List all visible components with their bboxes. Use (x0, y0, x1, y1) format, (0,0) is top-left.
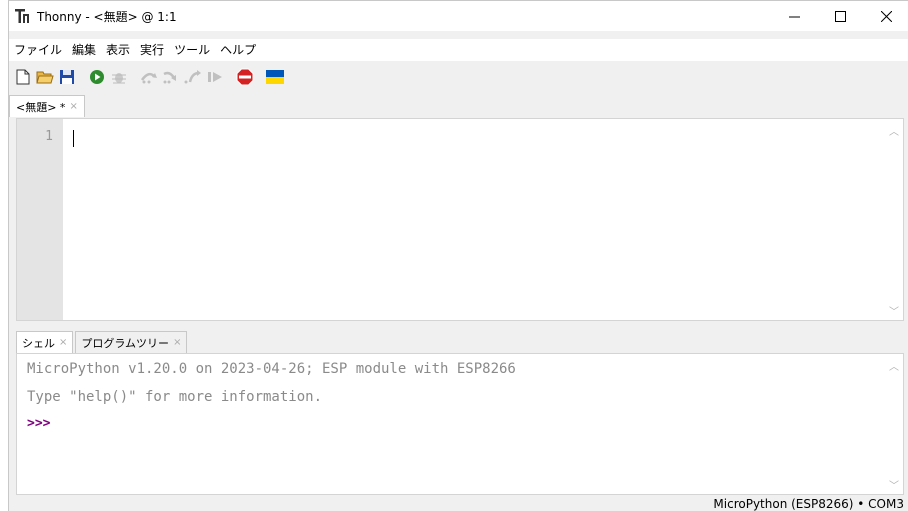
shell-scroll-down-icon[interactable]: ﹀ (889, 477, 899, 492)
run-icon (90, 70, 104, 84)
menu-file[interactable]: ファイル (9, 39, 67, 61)
close-icon (880, 10, 892, 22)
ukraine-flag-icon (266, 70, 284, 84)
close-button[interactable] (863, 1, 908, 31)
scroll-up-icon[interactable]: ︿ (889, 123, 899, 138)
shell-tab-close-icon[interactable]: × (59, 337, 67, 348)
editor-tabs: <無題> * × (9, 95, 85, 117)
new-file-button[interactable] (14, 68, 32, 86)
stop-icon (236, 68, 254, 86)
step-out-button[interactable] (184, 68, 202, 86)
open-file-button[interactable] (36, 68, 54, 86)
code-editor[interactable]: 1 ︿ ﹀ (16, 118, 904, 321)
shell-prompt: >>> (27, 416, 51, 431)
minimize-button[interactable] (771, 1, 817, 31)
menu-edit[interactable]: 編集 (67, 39, 101, 61)
stop-button[interactable] (236, 68, 254, 86)
tab-close-icon[interactable]: × (69, 101, 77, 112)
step-over-icon (140, 72, 157, 84)
thonny-app-icon (15, 8, 31, 24)
scroll-down-icon[interactable]: ﹀ (889, 303, 899, 318)
program-tree-tab-label: プログラムツリー (81, 336, 170, 350)
shell-help-line: Type "help()" for more information. (27, 389, 323, 405)
step-into-button[interactable] (162, 68, 180, 86)
step-into-icon (163, 71, 176, 84)
debug-button[interactable] (110, 68, 128, 86)
line-number-gutter: 1 (17, 119, 63, 320)
tab-program-tree[interactable]: プログラムツリー × (75, 331, 188, 353)
thonny-window: Thonny - <無題> @ 1:1 ファイル 編集 表示 実行 ツール ヘル… (8, 0, 908, 511)
step-over-button[interactable] (140, 68, 158, 86)
new-file-icon (16, 69, 30, 85)
menu-bar: ファイル 編集 表示 実行 ツール ヘルプ (9, 39, 908, 61)
shell-banner-line: MicroPython v1.20.0 on 2023-04-26; ESP m… (27, 361, 516, 377)
tab-untitled[interactable]: <無題> * × (9, 95, 85, 117)
save-icon (60, 70, 74, 84)
shell-scrollbar[interactable]: ︿ ﹀ (886, 354, 903, 494)
resume-button[interactable] (206, 68, 224, 86)
shell-scroll-up-icon[interactable]: ︿ (889, 358, 899, 373)
maximize-icon (834, 10, 846, 22)
resume-icon (208, 72, 222, 82)
title-bar: Thonny - <無題> @ 1:1 (9, 1, 908, 31)
save-button[interactable] (58, 68, 76, 86)
program-tree-tab-close-icon[interactable]: × (173, 337, 181, 348)
text-cursor (73, 130, 74, 147)
tab-shell[interactable]: シェル × (16, 331, 74, 353)
step-out-icon (184, 70, 201, 84)
maximize-button[interactable] (817, 1, 863, 31)
ukraine-flag-button[interactable] (266, 68, 284, 86)
menu-run[interactable]: 実行 (135, 39, 169, 61)
open-folder-icon (36, 71, 54, 84)
menu-tools[interactable]: ツール (169, 39, 215, 61)
toolbar (9, 63, 908, 91)
backend-status[interactable]: MicroPython (ESP8266) • COM3 (713, 497, 904, 511)
shell-console[interactable]: MicroPython v1.20.0 on 2023-04-26; ESP m… (16, 353, 904, 495)
shell-tab-label: シェル (22, 336, 55, 350)
menu-help[interactable]: ヘルプ (215, 39, 261, 61)
bottom-panel-tabs: シェル × プログラムツリー × (16, 331, 189, 353)
debug-icon (112, 73, 126, 84)
minimize-icon (788, 16, 800, 17)
menu-view[interactable]: 表示 (101, 39, 135, 61)
editor-scrollbar[interactable]: ︿ ﹀ (886, 119, 903, 320)
run-button[interactable] (88, 68, 106, 86)
window-title: Thonny - <無題> @ 1:1 (37, 9, 177, 24)
line-number: 1 (45, 129, 53, 144)
tab-label: <無題> * (16, 100, 66, 114)
